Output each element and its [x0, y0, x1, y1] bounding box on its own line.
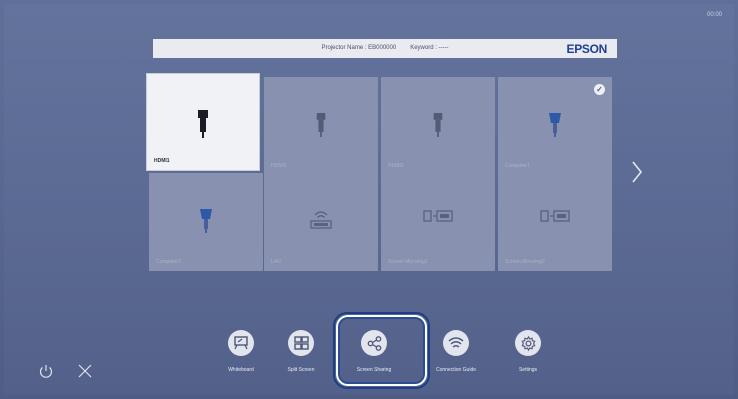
dock-circle — [288, 330, 314, 356]
close-icon[interactable] — [77, 363, 93, 379]
dock-label: Settings — [518, 367, 538, 373]
dock-circle — [228, 330, 254, 356]
source-tile-hdmi2[interactable]: HDMI2 — [264, 77, 378, 175]
source-tile-hdmi3[interactable]: HDMI3 — [381, 77, 495, 175]
screen-mirroring-icon — [423, 210, 453, 222]
clock: 00:00 — [706, 12, 722, 18]
dock-circle — [443, 330, 469, 356]
source-tile-lan[interactable]: LAN — [264, 173, 378, 271]
hdmi-icon — [433, 113, 443, 137]
dock-label: Split Screen — [287, 367, 315, 373]
vga-icon — [200, 209, 212, 233]
keyword: Keyword : ----- — [410, 45, 449, 51]
projector-info-text: Projector Name : EB000000 Keyword : ----- — [153, 45, 617, 51]
source-tile-screen-mirroring2[interactable]: Screen Mirroring2 — [498, 173, 612, 271]
dock-label: Whiteboard — [228, 367, 254, 373]
dock-circle — [515, 330, 541, 356]
tile-label: Screen Mirroring1 — [388, 259, 428, 265]
hdmi-icon — [198, 110, 208, 138]
tile-label: Screen Mirroring2 — [505, 259, 545, 265]
whiteboard-icon — [234, 336, 248, 350]
connection-guide-button[interactable]: Connection Guide — [426, 330, 486, 373]
check-icon: ✓ — [594, 84, 605, 95]
tile-label: HDMI3 — [388, 163, 404, 169]
tile-label: Computer2 — [156, 259, 181, 265]
source-tile-screen-mirroring1[interactable]: Screen Mirroring1 — [381, 173, 495, 271]
source-tile-computer2[interactable]: Computer2 — [149, 173, 263, 271]
projector-name: Projector Name : EB000000 — [321, 45, 397, 51]
focus-highlight — [336, 315, 427, 386]
whiteboard-button[interactable]: Whiteboard — [211, 330, 271, 373]
tile-label: LAN — [271, 259, 281, 265]
tile-label: HDMI2 — [271, 163, 287, 169]
split-screen-icon — [293, 336, 309, 350]
hdmi-icon — [316, 113, 326, 137]
gear-icon — [521, 335, 535, 351]
wifi-icon — [448, 336, 464, 348]
tile-label: HDMI1 — [154, 158, 170, 164]
source-tile-hdmi1[interactable]: HDMI1 — [146, 73, 260, 171]
power-icon[interactable] — [38, 363, 54, 379]
tile-label: Computer1 — [505, 163, 530, 169]
screen-mirroring-icon — [540, 210, 570, 222]
split-screen-button[interactable]: Split Screen — [271, 330, 331, 373]
lan-icon — [310, 211, 332, 229]
source-tile-computer1[interactable]: ✓ Computer1 — [498, 77, 612, 175]
projector-info-bar: Projector Name : EB000000 Keyword : -----… — [153, 39, 617, 58]
vga-icon — [549, 113, 561, 137]
settings-button[interactable]: Settings — [498, 330, 558, 373]
brand-logo: EPSON — [566, 42, 607, 56]
next-page-arrow-icon[interactable] — [630, 160, 644, 184]
dock-label: Connection Guide — [435, 367, 477, 373]
